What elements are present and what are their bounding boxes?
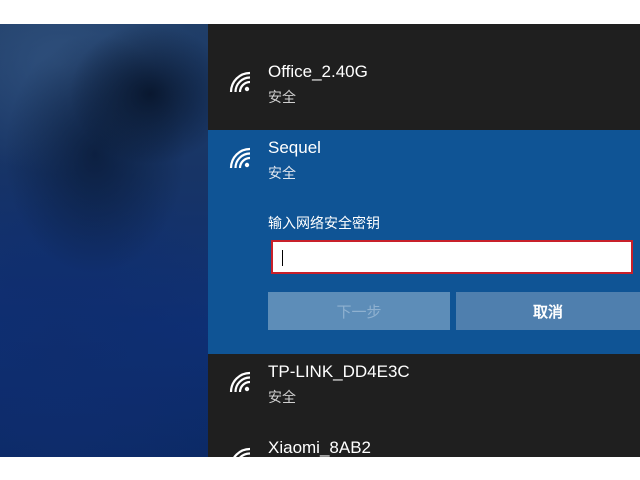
network-security-status: 安全	[268, 390, 296, 406]
security-key-label: 输入网络安全密钥	[268, 216, 380, 232]
wifi-icon	[229, 371, 251, 393]
cancel-button[interactable]: 取消	[456, 292, 640, 330]
network-item-office[interactable]: Office_2.40G 安全	[208, 54, 640, 130]
network-security-status: 安全	[268, 90, 296, 106]
network-ssid: TP-LINK_DD4E3C	[268, 362, 410, 381]
wifi-icon	[233, 447, 251, 457]
network-ssid: Office_2.40G	[268, 62, 368, 81]
security-key-input[interactable]	[271, 240, 633, 274]
text-caret	[282, 250, 283, 266]
desktop-wallpaper	[0, 24, 208, 457]
screen: Office_2.40G 安全 Sequel 安全 输入网络安全密钥 下一步 取…	[0, 24, 640, 457]
network-item-sequel[interactable]: Sequel 安全 输入网络安全密钥 下一步 取消	[208, 130, 640, 354]
wifi-icon	[229, 147, 251, 169]
wifi-network-flyout: Office_2.40G 安全 Sequel 安全 输入网络安全密钥 下一步 取…	[208, 24, 640, 457]
network-item-tp-link[interactable]: TP-LINK_DD4E3C 安全	[208, 354, 640, 430]
network-security-status: 安全	[268, 166, 296, 182]
network-item-xiaomi[interactable]: Xiaomi_8AB2	[208, 430, 640, 457]
network-ssid: Xiaomi_8AB2	[268, 438, 372, 457]
network-ssid: Sequel	[268, 138, 321, 157]
next-button[interactable]: 下一步	[268, 292, 450, 330]
wifi-icon	[229, 71, 251, 93]
